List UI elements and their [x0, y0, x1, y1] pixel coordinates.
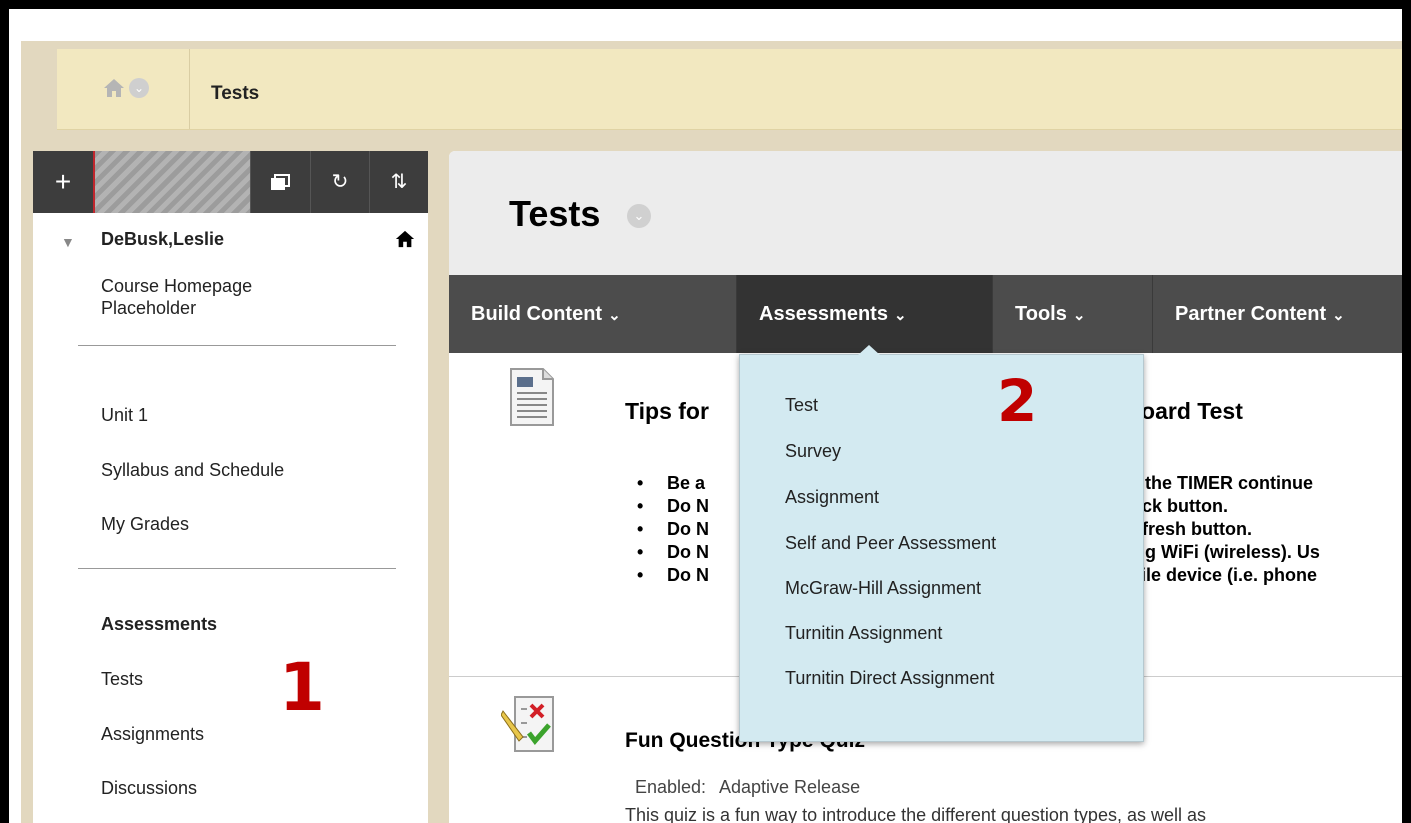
item-title[interactable]: Tips for [625, 398, 709, 425]
tab-label: Tools [1015, 303, 1067, 325]
sidebar-item-unit-1[interactable]: Unit 1 [101, 405, 148, 426]
course-menu: + ↻ ⇅ ▼ DeBusk,Leslie Course Homepage Pl… [33, 151, 428, 823]
action-bar: Build Content ⌄ Assessments ⌄ Tools ⌄ Partn… [449, 275, 1402, 353]
menu-item-assignment[interactable]: Assignment [785, 487, 879, 508]
collapse-icon[interactable]: ▼ [61, 234, 75, 250]
screenshot-frame: ⌄ Tests + ↻ ⇅ ▼ DeBusk,Leslie Course Hom… [0, 0, 1411, 823]
folder-view-button[interactable] [250, 151, 309, 213]
sidebar-item-course-homepage[interactable]: Course Homepage [101, 276, 252, 297]
menu-divider [78, 345, 396, 346]
menu-item-mcgraw-hill-assignment[interactable]: McGraw-Hill Assignment [785, 578, 981, 599]
home-icon[interactable] [103, 77, 125, 99]
menu-item-turnitin-assignment[interactable]: Turnitin Assignment [785, 623, 942, 644]
annotation-1: 1 [279, 649, 325, 726]
chevron-down-icon: ⌄ [1332, 307, 1345, 324]
tab-partner-content[interactable]: Partner Content ⌄ [1153, 275, 1402, 353]
sidebar-item-syllabus[interactable]: Syllabus and Schedule [101, 460, 284, 481]
chevron-down-icon[interactable]: ⌄ [627, 204, 651, 228]
sidebar-item-my-grades[interactable]: My Grades [101, 514, 189, 535]
annotation-2: 2 [997, 367, 1038, 435]
document-icon [509, 367, 555, 432]
add-menu-item-button[interactable]: + [33, 151, 93, 213]
menu-notch [858, 345, 880, 355]
reorder-button[interactable]: ⇅ [369, 151, 428, 213]
item-meta-label: Enabled: [635, 777, 707, 797]
breadcrumb-title: Tests [211, 83, 260, 104]
content-header: Tests ⌄ [449, 151, 1402, 275]
course-user-name[interactable]: DeBusk,Leslie [101, 229, 224, 250]
list-item-text: sing WiFi (wireless). Us [1119, 542, 1320, 562]
sidebar-item-course-homepage-line2[interactable]: Placeholder [101, 298, 196, 319]
menu-toolbar-spacer [93, 151, 250, 213]
sidebar-item-discussions[interactable]: Discussions [101, 778, 197, 799]
page-title: Tests [509, 193, 601, 234]
menu-item-turnitin-direct-assignment[interactable]: Turnitin Direct Assignment [785, 668, 994, 689]
list-item-text: obile device (i.e. phone [1119, 565, 1318, 585]
item-title-continued[interactable]: board Test [1127, 398, 1243, 425]
sidebar-item-assignments[interactable]: Assignments [101, 724, 204, 745]
list-item-text: Back button. [1119, 496, 1229, 516]
menu-item-test[interactable]: Test [785, 395, 818, 416]
menu-divider [78, 568, 396, 569]
course-home-icon [395, 229, 415, 254]
chevron-down-icon: ⌄ [608, 307, 621, 324]
chevron-down-icon: ⌄ [893, 307, 907, 324]
item-meta-value: Adaptive Release [719, 777, 861, 797]
sidebar-item-tests[interactable]: Tests [101, 669, 143, 690]
tab-tools[interactable]: Tools ⌄ [993, 275, 1153, 353]
tab-label: Partner Content [1175, 303, 1327, 325]
breadcrumb-divider [189, 49, 190, 129]
sidebar-section-assessments: Assessments [101, 614, 218, 634]
menu-item-self-peer-assessment[interactable]: Self and Peer Assessment [785, 533, 996, 554]
quiz-icon [500, 693, 559, 760]
chevron-down-icon: ⌄ [1072, 307, 1086, 324]
list-item-text: Refresh button. [1119, 519, 1252, 539]
tab-assessments[interactable]: Assessments ⌄ [737, 275, 993, 353]
tab-label: Assessments [759, 303, 888, 325]
list-item-text: er, the TIMER continue [1119, 473, 1314, 493]
assessments-menu: Test Survey Assignment Self and Peer Ass… [739, 345, 1144, 742]
refresh-button[interactable]: ↻ [310, 151, 369, 213]
tips-list-continued: er, the TIMER continue Back button. Refr… [1119, 473, 1402, 588]
menu-item-survey[interactable]: Survey [785, 441, 841, 462]
tab-build-content[interactable]: Build Content ⌄ [449, 275, 737, 353]
chevron-down-icon[interactable]: ⌄ [129, 78, 149, 98]
item-description: This quiz is a fun way to introduce the … [625, 805, 1206, 823]
course-menu-toolbar: + ↻ ⇅ [33, 151, 428, 213]
breadcrumb: ⌄ Tests [57, 49, 1402, 130]
tab-label: Build Content [471, 303, 603, 325]
